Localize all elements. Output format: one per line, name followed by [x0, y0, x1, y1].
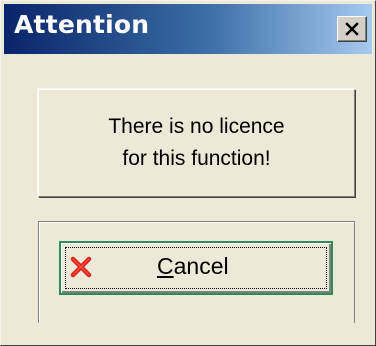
cancel-label-rest: ancel: [173, 253, 229, 279]
cancel-mnemonic: C: [157, 253, 174, 279]
close-icon: [345, 22, 359, 36]
message-line-1: There is no licence: [108, 115, 285, 138]
message-panel: There is no licence for this function!: [38, 89, 355, 197]
red-x-icon: [70, 256, 92, 278]
cancel-label: Cancel: [157, 253, 229, 280]
title-bar[interactable]: Attention: [4, 4, 372, 54]
cancel-button[interactable]: Cancel: [59, 241, 333, 295]
window-title: Attention: [14, 10, 150, 39]
message-line-2: for this function!: [122, 147, 271, 170]
attention-dialog: Attention There is no licence for this f…: [0, 0, 376, 346]
close-button[interactable]: [337, 16, 367, 42]
